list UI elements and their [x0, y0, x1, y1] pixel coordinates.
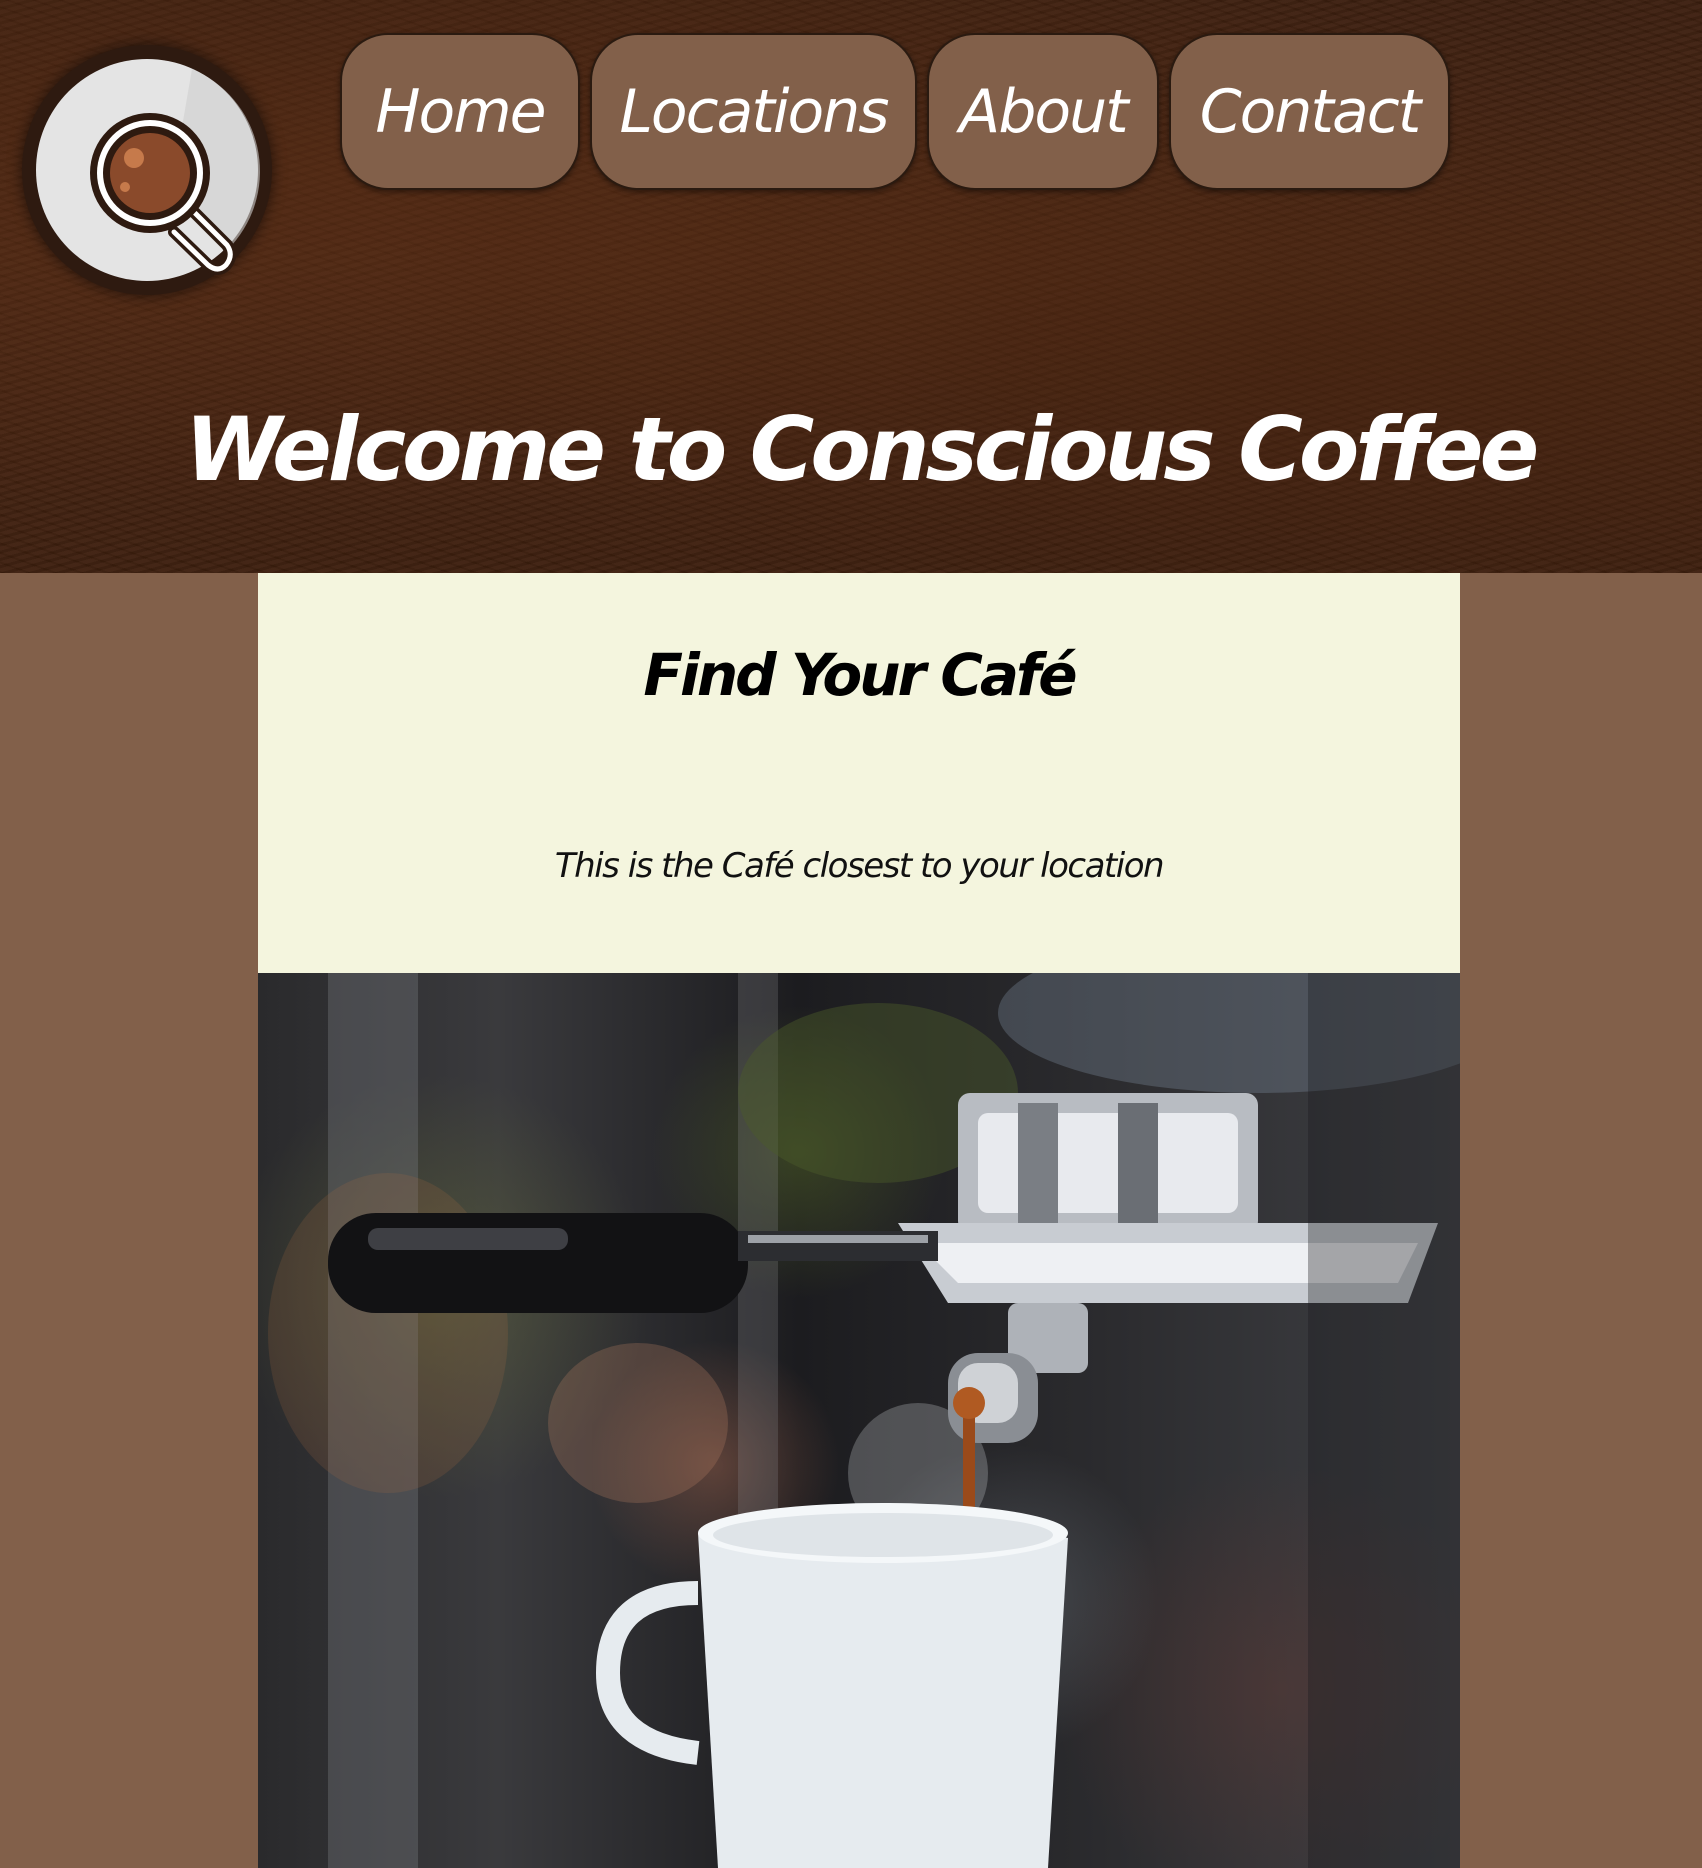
section-heading: Find Your Café — [643, 641, 1077, 709]
nav-locations-button[interactable]: Locations — [590, 33, 917, 190]
find-cafe-panel: Find Your Café This is the Café closest … — [258, 573, 1460, 973]
main-nav: Home Locations About Contact — [340, 33, 1450, 190]
section-subtext: This is the Café closest to your locatio… — [554, 846, 1165, 886]
espresso-machine-photo — [258, 973, 1460, 1868]
nav-contact-button[interactable]: Contact — [1169, 33, 1450, 190]
nav-about-button[interactable]: About — [927, 33, 1159, 190]
coffee-cup-icon[interactable] — [22, 45, 272, 295]
site-header: Home Locations About Contact Welcome to … — [0, 0, 1702, 573]
nav-home-button[interactable]: Home — [340, 33, 580, 190]
page-title: Welcome to Conscious Coffee — [184, 398, 1540, 501]
